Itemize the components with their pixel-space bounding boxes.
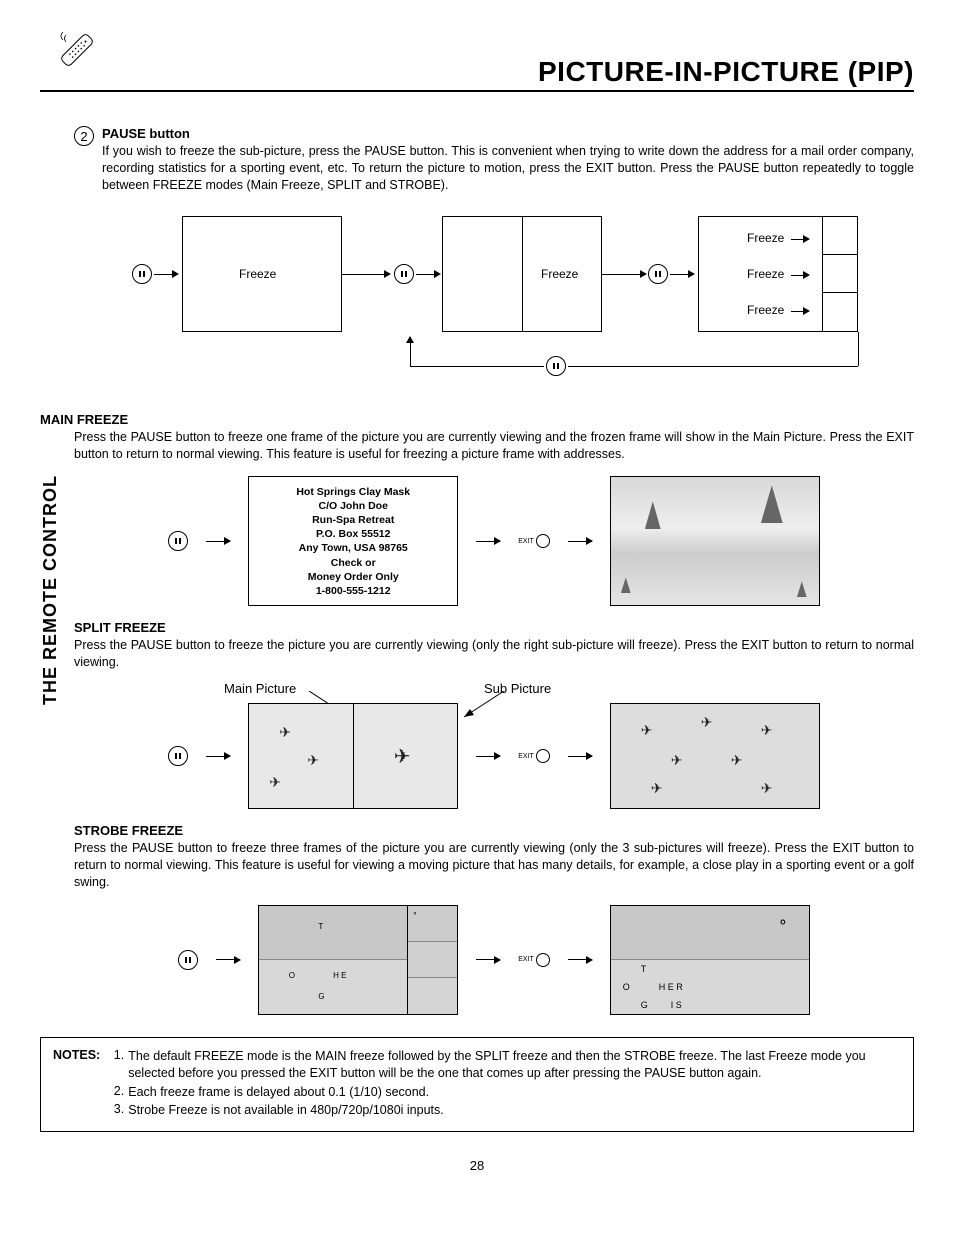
side-tab: THE REMOTE CONTROL (40, 460, 70, 720)
strobe-freeze-text: Press the PAUSE button to freeze three f… (74, 840, 914, 891)
split-frame: ✈✈✈ ✈ (248, 703, 458, 809)
arrow-icon (568, 756, 592, 757)
addr-line: Money Order Only (308, 570, 399, 584)
exit-icon: EXIT (518, 953, 550, 967)
addr-line: Hot Springs Clay Mask (296, 485, 410, 499)
notes-label: NOTES: (53, 1048, 100, 1122)
addr-line: Any Town, USA 98765 (299, 541, 408, 555)
strobe-frame: T OH EG ⚬ (258, 905, 458, 1015)
strobe-freeze-figure: T OH EG ⚬ EXIT ⚬ T O H E R G I S (74, 905, 914, 1015)
main-freeze-text: Press the PAUSE button to freeze one fra… (74, 429, 914, 463)
freeze-label: Freeze (747, 303, 784, 317)
split-freeze-heading: SPLIT FREEZE (74, 620, 914, 635)
pause-icon (546, 356, 566, 376)
addr-line: 1-800-555-1212 (316, 584, 391, 598)
note-item: Each freeze frame is delayed about 0.1 (… (128, 1084, 901, 1101)
page-number: 28 (40, 1158, 914, 1173)
freeze-label: Freeze (747, 267, 784, 281)
pause-icon (178, 950, 198, 970)
main-freeze-figure: Hot Springs Clay Mask C/O John Doe Run-S… (74, 476, 914, 606)
motion-frame: ⚬ T O H E R G I S (610, 905, 810, 1015)
pause-icon (168, 531, 188, 551)
arrow-icon (476, 959, 500, 960)
strobe-freeze-heading: STROBE FREEZE (74, 823, 914, 838)
split-freeze-text: Press the PAUSE button to freeze the pic… (74, 637, 914, 671)
addr-line: Run-Spa Retreat (312, 513, 394, 527)
pause-icon (132, 264, 152, 284)
step-number: 2 (74, 126, 94, 146)
page-title: PICTURE-IN-PICTURE (PIP) (40, 56, 914, 92)
exit-icon: EXIT (518, 749, 550, 763)
addr-line: Check or (331, 556, 376, 570)
freeze-cycle-diagram: Freeze Freeze Freeze Freeze Freeze (114, 212, 874, 382)
notes-box: NOTES: 1.The default FREEZE mode is the … (40, 1037, 914, 1133)
motion-frame (610, 476, 820, 606)
pause-icon (648, 264, 668, 284)
pause-icon (394, 264, 414, 284)
address-frame: Hot Springs Clay Mask C/O John Doe Run-S… (248, 476, 458, 606)
main-freeze-heading: MAIN FREEZE (40, 412, 914, 427)
note-item: Strobe Freeze is not available in 480p/7… (128, 1102, 901, 1119)
freeze-label: Freeze (239, 267, 276, 281)
addr-line: P.O. Box 55512 (316, 527, 391, 541)
freeze-label: Freeze (747, 231, 784, 245)
addr-line: C/O John Doe (319, 499, 388, 513)
exit-icon: EXIT (518, 534, 550, 548)
arrow-icon (206, 756, 230, 757)
main-picture-label: Main Picture (224, 681, 296, 696)
pause-icon (168, 746, 188, 766)
arrow-icon (568, 959, 592, 960)
arrow-icon (568, 541, 592, 542)
step-title: PAUSE button (102, 126, 914, 141)
remote-icon (55, 28, 99, 72)
arrow-icon (206, 541, 230, 542)
arrow-icon (476, 541, 500, 542)
arrow-icon (216, 959, 240, 960)
note-item: The default FREEZE mode is the MAIN free… (128, 1048, 901, 1082)
arrow-icon (476, 756, 500, 757)
freeze-label: Freeze (541, 267, 578, 281)
step-text: If you wish to freeze the sub-picture, p… (102, 143, 914, 194)
planes-frame: ✈ ✈ ✈ ✈ ✈ ✈ ✈ (610, 703, 820, 809)
